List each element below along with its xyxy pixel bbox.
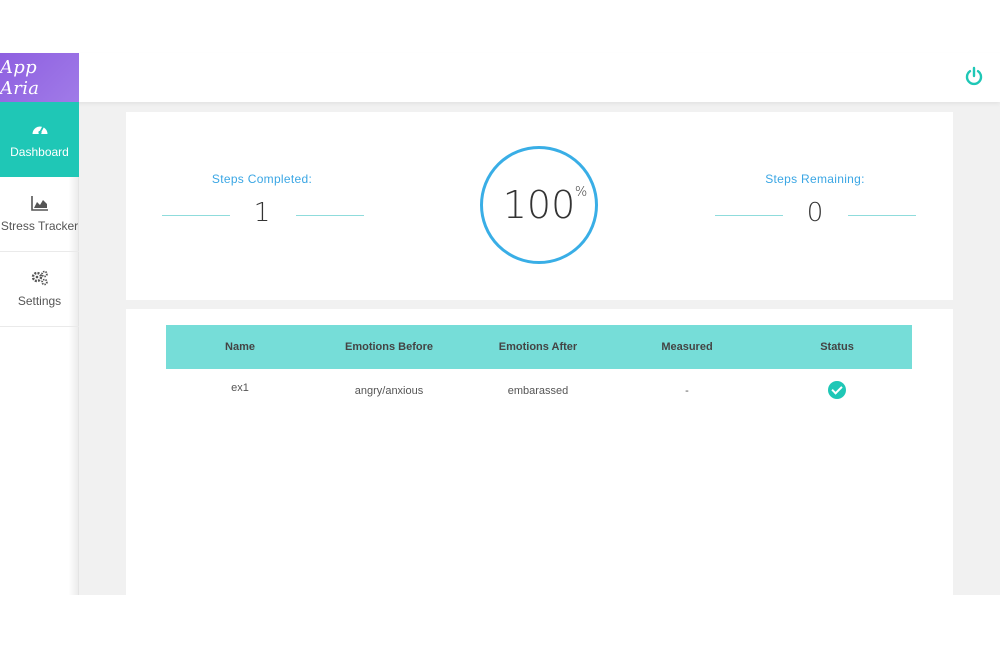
progress-value: 100% (502, 183, 588, 227)
check-circle-icon (828, 380, 846, 399)
exercise-table: Name Emotions Before Emotions After Meas… (166, 325, 912, 413)
sidebar-item-dashboard[interactable]: Dashboard (0, 102, 79, 177)
power-icon[interactable] (964, 66, 984, 86)
sidebar: Dashboard Stress Tracker Settings (0, 102, 79, 595)
column-header-emotions-after: Emotions After (498, 341, 578, 353)
progress-number: 100 (502, 183, 576, 227)
sidebar-item-settings[interactable]: Settings (0, 252, 79, 327)
divider (296, 215, 364, 216)
dashboard-gauge-icon (32, 124, 47, 134)
top-bar: App Aria (0, 53, 1000, 102)
area-chart-icon (30, 196, 48, 211)
column-header-emotions-before: Emotions Before (344, 341, 433, 353)
steps-remaining-value: 0 (806, 198, 824, 228)
cell-measured: - (685, 385, 689, 397)
column-header-status: Status (820, 341, 854, 353)
app-logo[interactable]: App Aria (0, 53, 79, 102)
table-row[interactable]: ex1 angry/anxious embarassed - (166, 369, 912, 413)
app-frame: App Aria Dashboard Stress Tracker Settin… (0, 53, 1000, 595)
sidebar-item-stress-tracker[interactable]: Stress Tracker (0, 177, 79, 252)
exercise-table-card: Name Emotions Before Emotions After Meas… (126, 309, 953, 595)
gears-icon (31, 270, 48, 286)
sidebar-item-label: Settings (17, 294, 62, 308)
progress-ring: 100% (480, 146, 598, 264)
table-header-row: Name Emotions Before Emotions After Meas… (166, 325, 912, 369)
steps-completed-label: Steps Completed: (211, 172, 313, 186)
progress-unit: % (574, 185, 588, 200)
cell-emotions-before: angry/anxious (354, 385, 424, 397)
column-header-name: Name (225, 341, 255, 353)
cell-status (762, 369, 912, 413)
column-header-measured: Measured (661, 341, 713, 353)
steps-remaining-label: Steps Remaining: (765, 172, 865, 186)
progress-card: Steps Completed: 1 100% Steps Remaining:… (126, 112, 953, 300)
cell-name: ex1 (231, 382, 249, 394)
cell-emotions-after: embarassed (507, 385, 569, 397)
sidebar-item-label: Dashboard (10, 144, 69, 159)
steps-completed-value: 1 (253, 198, 271, 228)
sidebar-item-label: Stress Tracker (0, 219, 79, 233)
divider (848, 215, 916, 216)
